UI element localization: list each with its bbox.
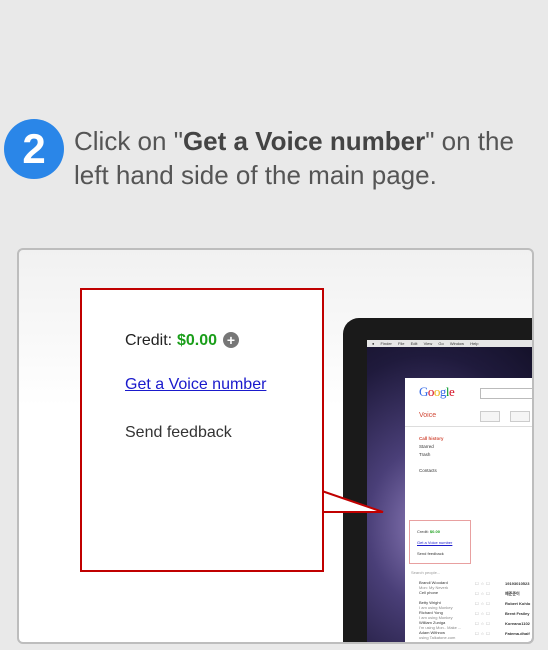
list-item[interactable]: Adam Withrow using Talkatone.com ☐☆☐ Fatema… xyxy=(409,630,532,640)
callout-credit-value: $0.00 xyxy=(177,332,218,349)
step-badge: 2 xyxy=(4,119,64,179)
callout-box: Credit: $0.00 + Get a Voice number Send … xyxy=(80,288,324,572)
gv-contact-list: Search people... Brandi Woodard Mon: My N… xyxy=(409,570,532,640)
instruction-highlight: Get a Voice number xyxy=(182,126,426,156)
list-item[interactable]: Brandi Woodard Mon: My Neverk ☐☆☐ 191930105… xyxy=(409,580,532,590)
step-instruction: Click on "Get a Voice number" on the lef… xyxy=(74,124,544,192)
list-item[interactable]: Richard Yong I am using Monkey ☐☆☐ Brent Fr… xyxy=(409,610,532,620)
plus-circle-icon[interactable]: + xyxy=(223,332,239,348)
gv-mini-voice-link[interactable]: Get a Voice number xyxy=(417,540,452,545)
mac-menubar: ● Finder File Edit View Go Window Help xyxy=(367,340,532,347)
gv-select-button[interactable] xyxy=(480,411,500,422)
mac-desktop: ● Finder File Edit View Go Window Help G… xyxy=(367,340,532,642)
gv-mini-popup: Credit: $0.00 Get a Voice number Send fe… xyxy=(409,520,471,564)
list-item[interactable]: Cell phone ☐☆☐ 예준준이 xyxy=(409,590,532,600)
menu-help[interactable]: Help xyxy=(470,341,478,346)
get-voice-number-link[interactable]: Get a Voice number xyxy=(125,376,266,394)
gv-nav-starred[interactable]: Starred xyxy=(419,444,434,449)
menu-finder[interactable]: Finder xyxy=(381,341,392,346)
list-item[interactable]: William Zuniga I'm using Mon.. Make ... ☐☆… xyxy=(409,620,532,630)
menu-view[interactable]: View xyxy=(424,341,433,346)
gv-mini-feedback[interactable]: Send feedback xyxy=(417,551,444,556)
google-voice-window: Google Voice Call history Starred Trash … xyxy=(405,378,532,642)
apple-icon: ● xyxy=(372,341,375,346)
send-feedback-link[interactable]: Send feedback xyxy=(125,424,232,442)
menu-file[interactable]: File xyxy=(398,341,404,346)
gv-people-search[interactable]: Search people... xyxy=(411,570,440,575)
gv-nav-contacts[interactable]: Contacts xyxy=(419,468,437,473)
gv-search-input[interactable] xyxy=(480,388,532,399)
google-logo: Google xyxy=(419,384,455,399)
callout-credit-label: Credit: xyxy=(125,332,173,349)
menu-go[interactable]: Go xyxy=(438,341,443,346)
gv-mini-credit-value: $0.00 xyxy=(429,529,440,534)
gv-separator xyxy=(405,426,532,427)
instruction-text-before: Click on " xyxy=(74,126,183,156)
gv-app-title: Voice xyxy=(419,412,437,419)
list-item[interactable]: Betty Wright I am using Monkey ☐☆☐ Robert K… xyxy=(409,600,532,610)
gv-mini-credit-label: Credit: xyxy=(417,529,429,534)
menu-window[interactable]: Window xyxy=(450,341,464,346)
gv-refresh-button[interactable] xyxy=(510,411,530,422)
menu-edit[interactable]: Edit xyxy=(411,341,418,346)
gv-nav-call-history[interactable]: Call history xyxy=(419,436,444,441)
gv-nav-trash[interactable]: Trash xyxy=(419,452,430,457)
